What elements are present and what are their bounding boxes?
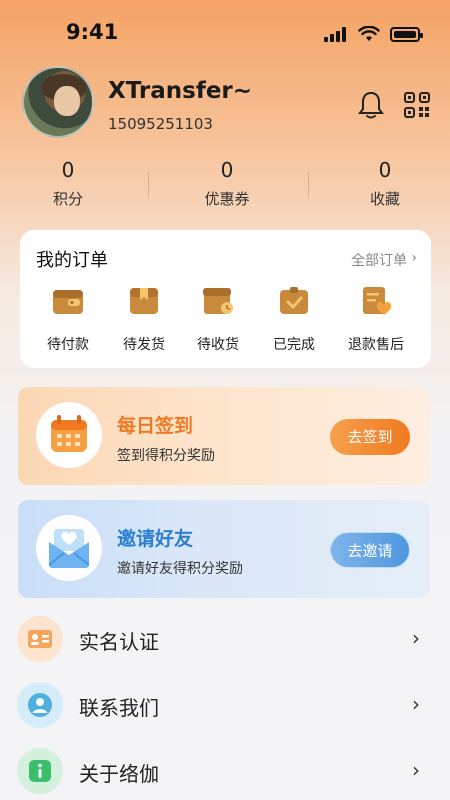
menu-item-real-name[interactable]: 实名认证 ›	[0, 610, 450, 670]
menu-label: 关于络伽	[79, 762, 159, 786]
order-label: 待付款	[47, 337, 89, 353]
stat-favorites[interactable]: 0 收藏	[330, 158, 440, 209]
order-pending-receipt[interactable]: 待收货	[180, 286, 256, 354]
signal-icon	[324, 26, 348, 42]
order-pending-payment[interactable]: 待付款	[30, 286, 106, 354]
chevron-right-icon: ›	[412, 758, 420, 782]
package-icon	[130, 288, 158, 314]
stats-row: 0 积分 0 优惠券 0 收藏	[0, 158, 450, 214]
invite-subtitle: 邀请好友得积分奖励	[117, 561, 243, 577]
order-pending-shipment[interactable]: 待发货	[106, 286, 182, 354]
chevron-right-icon: ›	[412, 692, 420, 716]
avatar[interactable]	[22, 66, 94, 138]
status-bar: 9:41	[0, 0, 450, 64]
menu-label: 联系我们	[79, 696, 159, 720]
divider	[308, 172, 309, 198]
id-card-icon	[17, 616, 63, 662]
envelope-icon-wrap	[36, 515, 102, 581]
daily-signin-card: 每日签到 签到得积分奖励 去签到	[18, 387, 430, 485]
calendar-icon-wrap	[36, 402, 102, 468]
stat-label: 收藏	[369, 190, 400, 208]
order-completed[interactable]: 已完成	[256, 286, 332, 354]
box-clock-icon	[203, 288, 233, 314]
info-icon	[17, 748, 63, 794]
orders-card: 我的订单 全部订单 › 待付款 待发货 待收货 已完成 退款售后	[20, 230, 431, 368]
invite-button[interactable]: 去邀请	[330, 532, 410, 568]
orders-title: 我的订单	[36, 250, 108, 271]
calendar-icon	[51, 415, 87, 452]
order-label: 退款售后	[348, 337, 404, 353]
wallet-icon	[53, 290, 83, 314]
stat-value: 0	[61, 158, 75, 182]
box-check-icon	[280, 287, 308, 314]
invite-friends-card: 邀请好友 邀请好友得积分奖励 去邀请	[18, 500, 430, 598]
status-time: 9:41	[66, 20, 119, 44]
order-label: 待发货	[123, 337, 165, 353]
stat-value: 0	[378, 158, 392, 182]
stat-value: 0	[220, 158, 234, 182]
bell-icon[interactable]	[357, 90, 385, 120]
menu-item-about[interactable]: 关于络伽 ›	[0, 742, 450, 800]
menu-item-contact[interactable]: 联系我们 ›	[0, 676, 450, 736]
signin-subtitle: 签到得积分奖励	[117, 448, 215, 464]
menu-label: 实名认证	[79, 630, 159, 654]
chevron-right-icon[interactable]: ›	[411, 250, 417, 266]
stat-coupons[interactable]: 0 优惠券	[172, 158, 282, 209]
contact-icon	[17, 682, 63, 728]
envelope-heart-icon	[48, 529, 90, 568]
order-refund[interactable]: 退款售后	[338, 286, 414, 354]
phone-number: 15095251103	[108, 115, 213, 133]
username: XTransfer~	[108, 78, 253, 104]
stat-label: 积分	[52, 190, 83, 208]
invite-title: 邀请好友	[117, 528, 194, 550]
signin-button[interactable]: 去签到	[330, 419, 410, 455]
order-label: 已完成	[273, 337, 315, 353]
status-icons	[324, 26, 423, 42]
order-label: 待收货	[197, 337, 239, 353]
all-orders-link[interactable]: 全部订单	[351, 250, 407, 270]
battery-icon	[390, 26, 423, 42]
signin-title: 每日签到	[117, 415, 194, 437]
qr-code-icon[interactable]	[404, 92, 430, 118]
refund-doc-icon	[363, 287, 392, 315]
wifi-icon	[358, 26, 380, 41]
stat-points[interactable]: 0 积分	[13, 158, 123, 209]
chevron-right-icon: ›	[412, 626, 420, 650]
stat-label: 优惠券	[204, 190, 250, 208]
divider	[148, 172, 149, 198]
